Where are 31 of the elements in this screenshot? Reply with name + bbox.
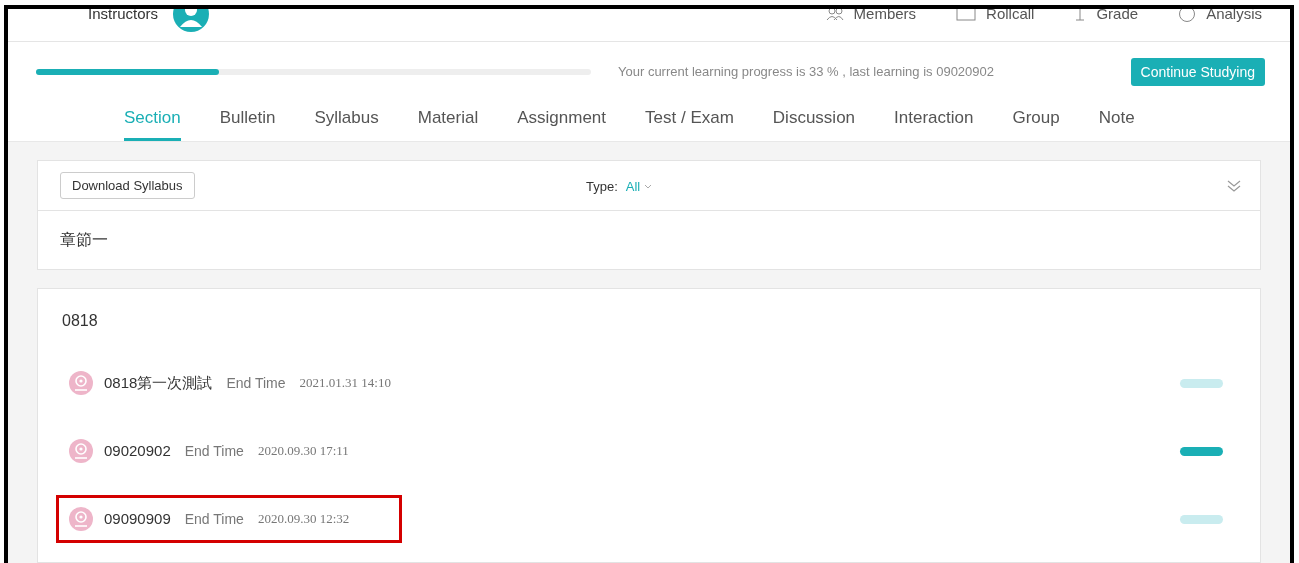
collapse-icon[interactable]	[1226, 178, 1242, 193]
type-label: Type:	[586, 178, 618, 196]
activity-icon	[69, 507, 93, 531]
tab[interactable]: Assignment	[517, 94, 607, 141]
caret-icon	[644, 183, 653, 190]
item-title[interactable]: 09090909	[104, 507, 171, 531]
tab[interactable]: Discussion	[772, 94, 856, 141]
item-title[interactable]: 0818第一次測試	[104, 371, 213, 395]
tab[interactable]: Interaction	[894, 94, 974, 141]
instructors-label: Instructors	[88, 9, 159, 24]
tab[interactable]: Material	[417, 94, 479, 141]
people-icon	[825, 9, 844, 21]
calendar-icon	[956, 9, 977, 21]
end-time-value: 2020.09.30 12:32	[257, 510, 350, 529]
end-time-label: End Time	[226, 373, 286, 393]
item-title[interactable]: 09020902	[104, 439, 171, 463]
section-title: 0818	[62, 311, 98, 331]
activity-icon	[69, 439, 93, 463]
progress-message: Your current learning progress is 33 % , last learning is 09020902	[618, 63, 995, 82]
download-syllabus-button[interactable]: Download Syllabus	[60, 172, 195, 199]
end-time-value: 2020.09.30 17:11	[257, 442, 349, 461]
activity-icon	[69, 371, 93, 395]
end-time-value: 2021.01.31 14:10	[299, 374, 391, 393]
tab[interactable]: Syllabus	[314, 94, 379, 141]
tab[interactable]: Bulletin	[219, 94, 276, 141]
end-time-label: End Time	[184, 441, 244, 461]
tab[interactable]: Group	[1012, 94, 1060, 141]
tab[interactable]: Test / Exam	[645, 94, 734, 141]
end-time-label: End Time	[184, 509, 244, 529]
chapter-title: 章節一	[60, 230, 108, 250]
tab[interactable]: Note	[1098, 94, 1135, 141]
